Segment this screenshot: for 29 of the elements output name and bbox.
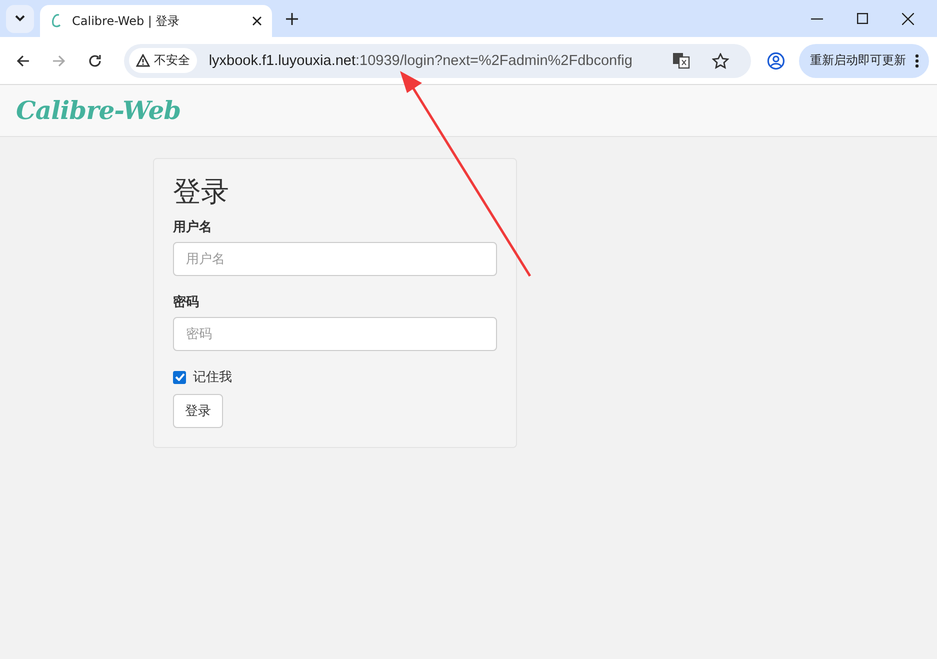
- password-field[interactable]: 密码: [173, 317, 497, 351]
- browser-tab[interactable]: Calibre-Web | 登录: [40, 5, 272, 37]
- tab-title: Calibre-Web | 登录: [72, 12, 181, 30]
- more-vertical-icon: [915, 54, 919, 68]
- maximize-icon[interactable]: [857, 13, 868, 24]
- new-tab-icon[interactable]: [286, 12, 298, 24]
- letter-c-icon: [50, 13, 62, 29]
- login-heading: 登录: [173, 174, 229, 210]
- username-field[interactable]: 用户名: [173, 242, 497, 276]
- star-icon[interactable]: [712, 52, 730, 68]
- chevron-down-icon: [15, 15, 25, 22]
- reload-icon[interactable]: [88, 54, 102, 68]
- update-button[interactable]: 重新启动即可更新: [799, 44, 929, 78]
- translate-icon[interactable]: [672, 52, 690, 69]
- back-arrow-icon[interactable]: [16, 54, 30, 68]
- security-chip[interactable]: 不安全: [128, 48, 197, 73]
- profile-icon[interactable]: [767, 52, 785, 70]
- tab-search-button[interactable]: [6, 4, 34, 32]
- url-text: lyxbook.f1.luyouxia.net:10939/login?next=%2Fadmin%2Fdbconfig: [208, 52, 632, 68]
- remember-label: 记住我: [193, 369, 232, 386]
- remember-checkbox[interactable]: [173, 370, 186, 384]
- minimize-icon[interactable]: [811, 18, 823, 20]
- password-label: 密码: [173, 294, 199, 311]
- username-label: 用户名: [173, 218, 212, 236]
- address-bar[interactable]: 不安全 lyxbook.f1.luyouxia.net:10939/login?next=%2Fadmin%2Fdbconfig: [124, 44, 752, 78]
- login-button[interactable]: 登录: [173, 394, 223, 428]
- warning-icon: [136, 54, 150, 67]
- close-icon[interactable]: [902, 12, 914, 24]
- close-icon[interactable]: [252, 16, 262, 26]
